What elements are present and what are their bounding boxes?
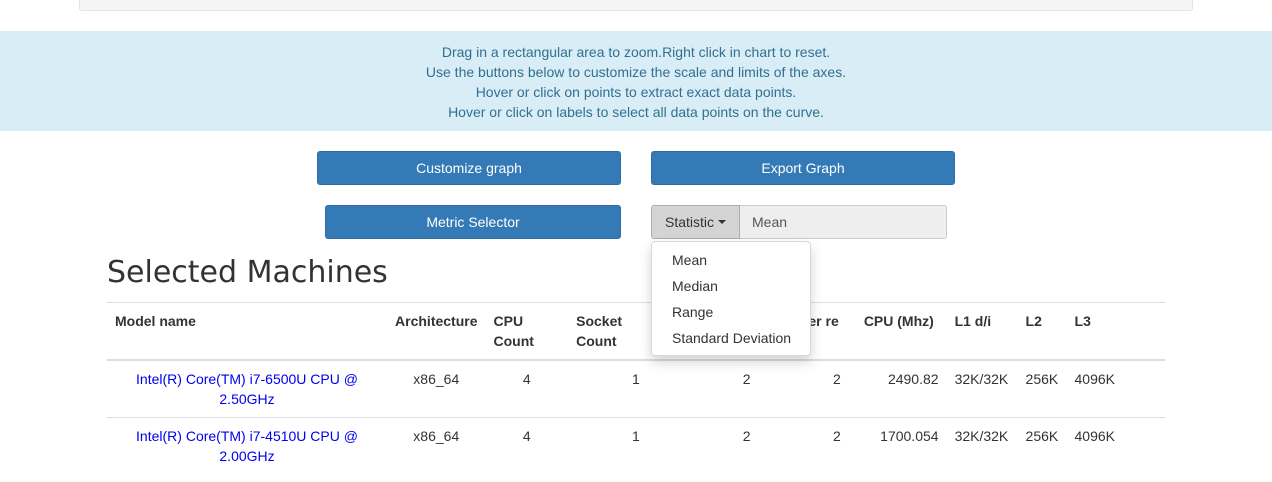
instruction-line: Hover or click on points to extract exac… [475,84,797,100]
machines-table: Model name Architecture CPU Count Socket… [107,302,1165,475]
table-cell: 2 [758,417,856,475]
table-cell: 4 [485,359,569,418]
table-row: Intel(R) Core(TM) i7-6500U CPU @ 2.50GHz… [107,359,1165,418]
statistic-label: Statistic [664,214,714,230]
table-row: Intel(R) Core(TM) i7-4510U CPU @ 2.00GHz… [107,417,1165,475]
instruction-line: Drag in a rectangular area to zoom.Right… [441,44,831,60]
metric-selector-button[interactable]: Metric Selector [325,205,621,239]
column-header: Architecture [387,302,486,361]
table-cell: 2 [758,359,856,418]
caret-down-icon [718,220,726,224]
dropdown-item-range[interactable]: Range [652,299,810,325]
customize-graph-button[interactable]: Customize graph [317,151,621,185]
table-cell: 256K [1017,417,1067,475]
statistic-selector: Statistic Mean [651,205,947,239]
table-header-row: Model name Architecture CPU Count Socket… [107,302,1165,361]
table-cell: 256K [1017,359,1067,418]
table-cell: 2 [647,417,759,475]
instruction-line: Use the buttons below to customize the s… [425,64,847,80]
statistic-value: Mean [752,214,788,230]
column-header: Socket Count [568,302,648,361]
column-header: L2 [1017,302,1067,361]
table-cell: 1 [568,359,648,418]
table-cell: 2490.82 [855,359,947,418]
table-cell: 2 [647,359,759,418]
table-cell: 4 [485,417,569,475]
table-cell: 32K/32K [946,359,1018,418]
column-header: Model name [107,302,388,361]
table-cell: x86_64 [387,417,486,475]
model-name-link[interactable]: Intel(R) Core(TM) i7-4510U CPU @ 2.00GHz [107,417,388,475]
table-cell: 32K/32K [946,417,1018,475]
column-header: CPU Count [485,302,569,361]
export-graph-button[interactable]: Export Graph [651,151,955,185]
statistic-dropdown-button[interactable]: Statistic [651,205,740,239]
dropdown-item-standard-deviation[interactable]: Standard Deviation [652,325,810,351]
top-panel [79,0,1193,11]
statistic-dropdown-menu: Mean Median Range Standard Deviation [651,241,811,356]
table-cell: 4096K [1066,417,1165,475]
column-header: CPU (Mhz) [855,302,947,361]
table-cell: 1700.054 [855,417,947,475]
table-cell: x86_64 [387,359,486,418]
instructions-alert: Drag in a rectangular area to zoom.Right… [0,31,1272,131]
model-name-link[interactable]: Intel(R) Core(TM) i7-6500U CPU @ 2.50GHz [107,359,388,418]
statistic-value-field[interactable]: Mean [740,205,947,239]
column-header: L1 d/i [946,302,1018,361]
instruction-line: Hover or click on labels to select all d… [448,104,824,120]
dropdown-item-mean[interactable]: Mean [652,247,810,273]
table-cell: 1 [568,417,648,475]
table-cell: 4096K [1066,359,1165,418]
column-header: L3 [1066,302,1165,361]
dropdown-item-median[interactable]: Median [652,273,810,299]
section-title: Selected Machines [107,255,388,290]
